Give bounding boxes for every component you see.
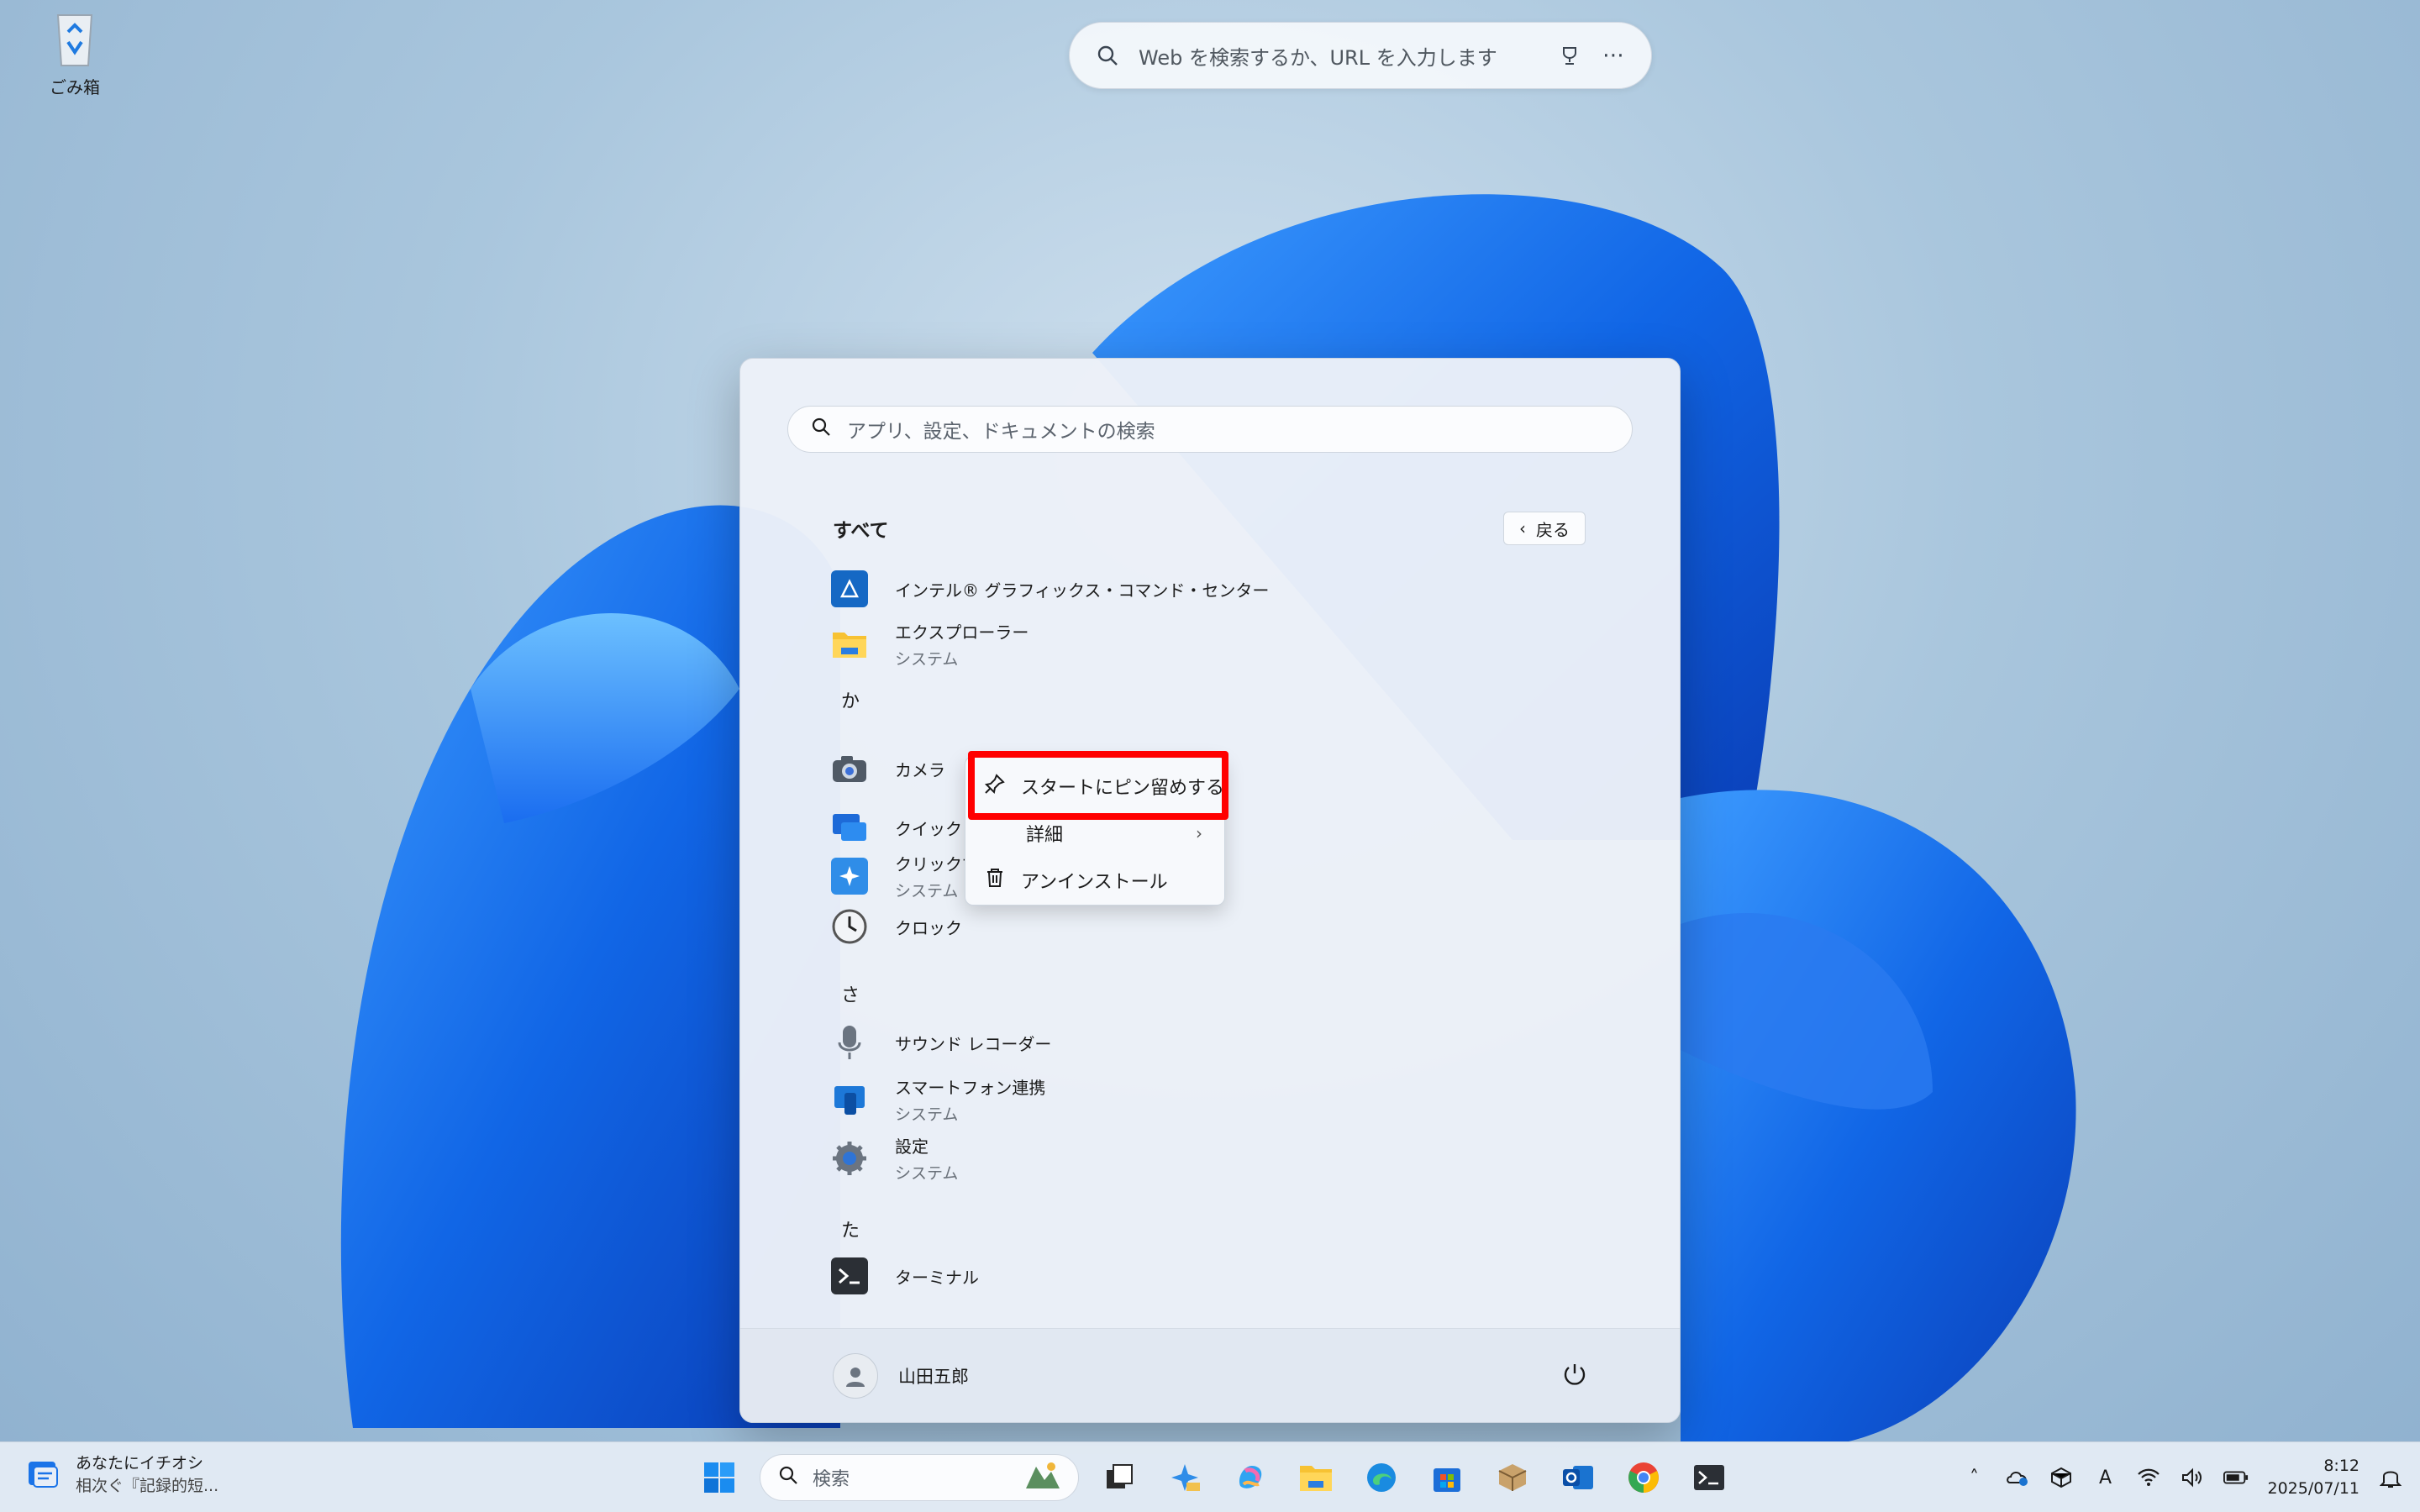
news-icon bbox=[25, 1455, 62, 1495]
taskbar-search-label: 検索 bbox=[813, 1469, 850, 1490]
taskbar: あなたにイチオシ 相次ぐ『記録的短... 検索 ˄ A 8:12 2025/07… bbox=[0, 1441, 2420, 1512]
recycle-bin-icon bbox=[50, 8, 100, 69]
battery-icon[interactable] bbox=[2223, 1465, 2249, 1490]
app-item-sound-recorder[interactable]: サウンド レコーダー bbox=[824, 1014, 1581, 1071]
clock-time: 8:12 bbox=[2323, 1457, 2360, 1476]
section-title: すべて bbox=[833, 520, 889, 542]
preview-app-icon[interactable] bbox=[1160, 1452, 1210, 1503]
app-name: 設定 bbox=[895, 1137, 929, 1157]
widgets-button[interactable]: あなたにイチオシ 相次ぐ『記録的短... bbox=[25, 1452, 218, 1497]
quick-assist-icon bbox=[831, 809, 868, 846]
store-icon[interactable] bbox=[1422, 1452, 1472, 1503]
widget-subtitle: 相次ぐ『記録的短... bbox=[76, 1476, 219, 1495]
letter-heading-ka[interactable]: か bbox=[841, 686, 860, 713]
start-search-placeholder[interactable]: アプリ、設定、ドキュメントの検索 bbox=[847, 415, 1155, 444]
folder-icon bbox=[831, 626, 868, 663]
copilot-icon[interactable] bbox=[1225, 1452, 1276, 1503]
start-search-box[interactable]: アプリ、設定、ドキュメントの検索 bbox=[787, 406, 1633, 453]
app-name: エクスプローラー bbox=[895, 622, 1029, 643]
more-options-icon[interactable]: ⋯ bbox=[1601, 43, 1626, 68]
taskbar-center: 検索 bbox=[694, 1451, 1734, 1504]
app-item-clock[interactable]: クロック bbox=[824, 898, 1581, 955]
user-name: 山田五郎 bbox=[898, 1366, 969, 1387]
search-icon bbox=[777, 1464, 799, 1491]
taskbar-search[interactable]: 検索 bbox=[760, 1454, 1079, 1501]
app-item-settings[interactable]: 設定 システム bbox=[824, 1130, 1581, 1187]
chrome-icon[interactable] bbox=[1618, 1452, 1669, 1503]
chevron-up-icon[interactable]: ˄ bbox=[1961, 1465, 1986, 1490]
app-item-intel-graphics[interactable]: インテル® グラフィックス・コマンド・センター bbox=[824, 560, 1581, 617]
letter-heading-ta[interactable]: た bbox=[841, 1215, 860, 1242]
app-sub: システム bbox=[895, 650, 959, 669]
app-name: インテル® グラフィックス・コマンド・センター bbox=[895, 580, 1270, 601]
user-account-button[interactable]: 山田五郎 bbox=[833, 1352, 969, 1399]
edge-icon[interactable] bbox=[1356, 1452, 1407, 1503]
trophy-icon[interactable] bbox=[1557, 43, 1582, 68]
terminal-taskbar-icon[interactable] bbox=[1684, 1452, 1734, 1503]
chevron-right-icon: › bbox=[1196, 823, 1202, 843]
recycle-bin[interactable]: ごみ箱 bbox=[37, 8, 113, 98]
web-search-bar[interactable]: Web を検索するか、URL を入力します ⋯ bbox=[1069, 22, 1652, 89]
search-highlight-icon bbox=[1023, 1458, 1061, 1497]
uninstall-label: アンインストール bbox=[1021, 872, 1168, 893]
notification-icon[interactable] bbox=[2378, 1465, 2403, 1490]
app-item-explorer[interactable]: エクスプローラー システム bbox=[824, 616, 1581, 673]
app-name: スマートフォン連携 bbox=[895, 1078, 1046, 1098]
start-footer: 山田五郎 bbox=[740, 1328, 1680, 1422]
app-sub: システム bbox=[895, 1164, 959, 1183]
app-item-terminal[interactable]: ターミナル bbox=[824, 1247, 1581, 1305]
terminal-icon bbox=[831, 1257, 868, 1294]
chevron-left-icon: ‹ bbox=[1519, 518, 1526, 538]
power-icon[interactable] bbox=[1562, 1362, 1587, 1390]
back-button[interactable]: ‹ 戻る bbox=[1503, 512, 1586, 545]
letter-heading-sa[interactable]: さ bbox=[841, 980, 860, 1007]
volume-icon[interactable] bbox=[2180, 1465, 2205, 1490]
network-app-icon[interactable] bbox=[2049, 1465, 2074, 1490]
search-icon bbox=[810, 416, 832, 443]
package-app-icon[interactable] bbox=[1487, 1452, 1538, 1503]
app-name: クロック bbox=[895, 917, 962, 938]
app-name: ターミナル bbox=[895, 1267, 979, 1288]
details-label: 詳細 bbox=[1026, 825, 1064, 846]
web-search-placeholder[interactable]: Web を検索するか、URL を入力します bbox=[1139, 41, 1539, 71]
task-view-icon[interactable] bbox=[1094, 1452, 1144, 1503]
phone-link-icon bbox=[831, 1081, 868, 1118]
clock-icon bbox=[831, 908, 868, 945]
app-name: カメラ bbox=[895, 759, 945, 780]
onedrive-icon[interactable] bbox=[2005, 1465, 2030, 1490]
app-item-phone-link[interactable]: スマートフォン連携 システム bbox=[824, 1071, 1581, 1128]
recycle-bin-label: ごみ箱 bbox=[50, 77, 100, 97]
ime-indicator[interactable]: A bbox=[2092, 1465, 2118, 1490]
intel-graphics-icon bbox=[831, 570, 868, 607]
file-explorer-icon[interactable] bbox=[1291, 1452, 1341, 1503]
uninstall-menu-item[interactable]: アンインストール bbox=[965, 858, 1224, 903]
app-sub: システム bbox=[895, 1105, 959, 1124]
wifi-icon[interactable] bbox=[2136, 1465, 2161, 1490]
clock[interactable]: 8:12 2025/07/11 bbox=[2267, 1455, 2360, 1499]
click-to-do-icon bbox=[831, 858, 868, 895]
microphone-icon bbox=[831, 1024, 868, 1061]
gear-icon bbox=[831, 1140, 868, 1177]
camera-icon bbox=[831, 750, 868, 787]
trash-icon bbox=[984, 867, 1006, 894]
clock-date: 2025/07/11 bbox=[2267, 1479, 2360, 1498]
outlook-icon[interactable] bbox=[1553, 1452, 1603, 1503]
search-icon bbox=[1095, 43, 1120, 68]
system-tray: ˄ A 8:12 2025/07/11 bbox=[1961, 1451, 2403, 1504]
widget-title: あなたにイチオシ bbox=[76, 1454, 204, 1473]
highlight-box bbox=[968, 751, 1228, 820]
start-button[interactable] bbox=[694, 1452, 744, 1503]
app-name: サウンド レコーダー bbox=[895, 1033, 1052, 1054]
avatar bbox=[833, 1352, 878, 1399]
back-label: 戻る bbox=[1536, 519, 1570, 540]
